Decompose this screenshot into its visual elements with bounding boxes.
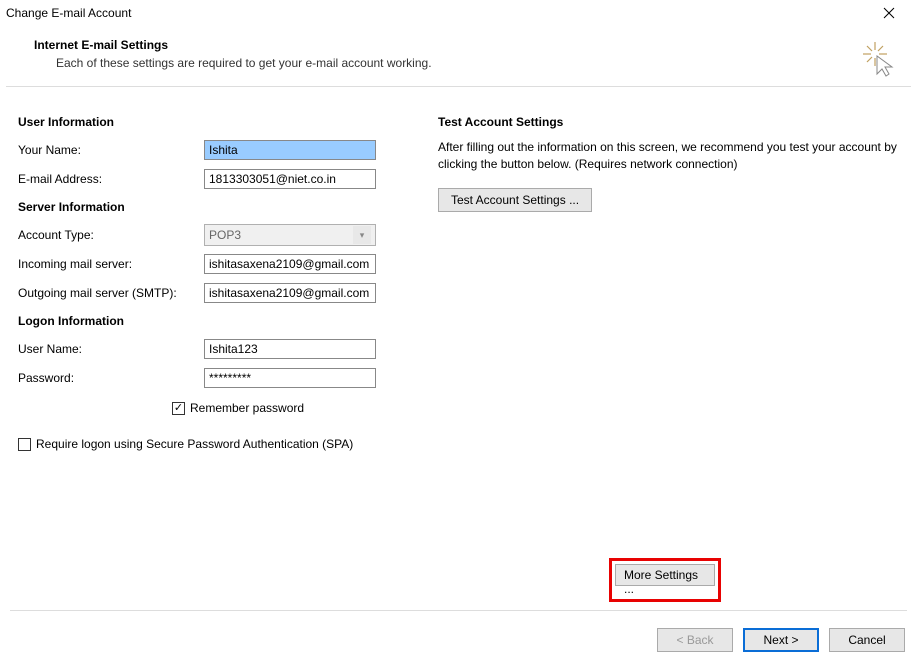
remember-password-label: Remember password [190, 401, 304, 415]
user-info-heading: User Information [18, 115, 428, 129]
account-type-label: Account Type: [18, 228, 204, 242]
test-account-settings-button[interactable]: Test Account Settings ... [438, 188, 592, 212]
test-settings-heading: Test Account Settings [438, 115, 907, 129]
account-type-row: Account Type: POP3 ▾ [18, 224, 428, 246]
your-name-input[interactable] [204, 140, 376, 160]
outgoing-server-row: Outgoing mail server (SMTP): [18, 282, 428, 304]
username-label: User Name: [18, 342, 204, 356]
test-settings-description: After filling out the information on thi… [438, 139, 907, 174]
incoming-server-label: Incoming mail server: [18, 257, 204, 271]
header-title: Internet E-mail Settings [34, 38, 883, 52]
back-button: < Back [657, 628, 733, 652]
cancel-button[interactable]: Cancel [829, 628, 905, 652]
titlebar: Change E-mail Account [0, 0, 917, 26]
header-section: Internet E-mail Settings Each of these s… [6, 26, 911, 87]
account-type-select: POP3 ▾ [204, 224, 376, 246]
incoming-server-row: Incoming mail server: [18, 253, 428, 275]
header-subtitle: Each of these settings are required to g… [56, 56, 883, 70]
username-row: User Name: [18, 338, 428, 360]
remember-password-row[interactable]: Remember password [172, 401, 428, 415]
account-type-value: POP3 [209, 228, 241, 242]
outgoing-server-label: Outgoing mail server (SMTP): [18, 286, 204, 300]
email-address-input[interactable] [204, 169, 376, 189]
password-row: Password: [18, 367, 428, 389]
your-name-label: Your Name: [18, 143, 204, 157]
footer-buttons: < Back Next > Cancel [657, 628, 905, 652]
more-settings-button[interactable]: More Settings ... [615, 564, 715, 586]
chevron-down-icon: ▾ [353, 226, 371, 244]
password-label: Password: [18, 371, 204, 385]
remember-password-checkbox[interactable] [172, 402, 185, 415]
spa-row[interactable]: Require logon using Secure Password Auth… [18, 437, 428, 451]
spa-checkbox[interactable] [18, 438, 31, 451]
left-column: User Information Your Name: E-mail Addre… [18, 115, 428, 451]
footer-divider [10, 610, 907, 611]
close-icon [883, 7, 895, 19]
server-info-heading: Server Information [18, 200, 428, 214]
incoming-server-input[interactable] [204, 254, 376, 274]
email-address-label: E-mail Address: [18, 172, 204, 186]
right-column: Test Account Settings After filling out … [428, 115, 907, 451]
outgoing-server-input[interactable] [204, 283, 376, 303]
your-name-row: Your Name: [18, 139, 428, 161]
close-button[interactable] [869, 1, 909, 25]
logon-info-heading: Logon Information [18, 314, 428, 328]
more-settings-highlight: More Settings ... [609, 558, 721, 602]
username-input[interactable] [204, 339, 376, 359]
email-address-row: E-mail Address: [18, 168, 428, 190]
next-button[interactable]: Next > [743, 628, 819, 652]
window-title: Change E-mail Account [6, 6, 131, 20]
cursor-star-icon [861, 40, 899, 78]
spa-label: Require logon using Secure Password Auth… [36, 437, 353, 451]
password-input[interactable] [204, 368, 376, 388]
content-area: User Information Your Name: E-mail Addre… [0, 87, 917, 451]
